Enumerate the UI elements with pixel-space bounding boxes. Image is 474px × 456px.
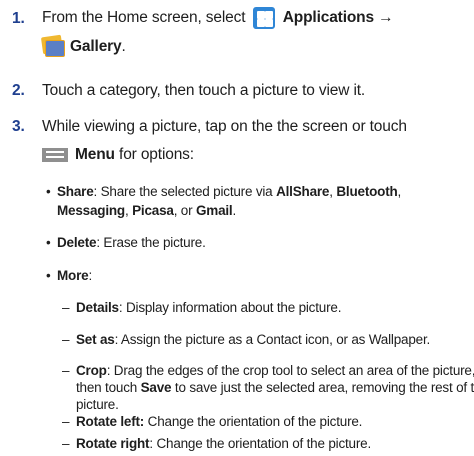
- sub-item-text: then touch: [76, 380, 138, 395]
- option-share: Share: Share the selected picture via Al…: [57, 184, 401, 199]
- sub-item-text: : Change the orientation of the picture.: [149, 436, 372, 451]
- sub-item-crop: Crop: Drag the edges of the crop tool to…: [76, 363, 474, 378]
- sub-item-rotate-left: Rotate left: Change the orientation of t…: [76, 414, 362, 429]
- step-2-text: Touch a category, then touch a picture t…: [42, 82, 366, 99]
- option-text: :: [88, 268, 93, 283]
- option-text: : Share the selected picture via: [93, 184, 273, 199]
- step-1-line-1: From the Home screen, select Application…: [42, 7, 394, 29]
- option-label: More: [57, 268, 89, 283]
- share-target: Gmail: [195, 203, 233, 218]
- sub-item-text: : Display information about the picture.: [118, 300, 342, 315]
- dash-icon: –: [62, 436, 70, 451]
- option-text: : Erase the picture.: [96, 235, 206, 250]
- option-delete: Delete: Erase the picture.: [57, 235, 206, 250]
- dash-icon: –: [62, 300, 70, 315]
- separator: , or: [173, 203, 193, 218]
- share-target: Messaging: [57, 203, 125, 218]
- separator: ,: [124, 203, 129, 218]
- step-number: 1.: [12, 10, 25, 27]
- save-label: Save: [140, 380, 172, 395]
- separator: ,: [329, 184, 333, 199]
- option-label: Delete: [57, 235, 97, 250]
- step-1-end: .: [121, 38, 126, 56]
- sub-item-label: Rotate left:: [76, 414, 145, 429]
- sub-item-text: to save just the selected area, removing…: [174, 380, 474, 395]
- menu-label: Menu: [75, 146, 115, 163]
- option-label: Share: [57, 184, 94, 199]
- gallery-label: Gallery: [70, 38, 122, 56]
- share-target: Bluetooth: [336, 184, 398, 199]
- gallery-icon: [40, 34, 66, 58]
- option-share-line-2: Messaging, Picasa, or Gmail.: [57, 203, 236, 218]
- sub-item-text: Change the orientation of the picture.: [147, 414, 363, 429]
- share-target: Picasa: [132, 203, 174, 218]
- sub-item-label: Details: [76, 300, 119, 315]
- share-target: AllShare: [276, 184, 330, 199]
- menu-key-icon: [42, 147, 68, 162]
- applications-icon: [252, 7, 275, 29]
- option-more: More:: [57, 268, 92, 283]
- step-1-text: From the Home screen, select: [42, 9, 246, 27]
- dash-icon: –: [62, 414, 70, 429]
- dash-icon: –: [62, 332, 70, 347]
- sub-item-crop-line-2: then touch Save to save just the selecte…: [76, 380, 474, 395]
- sub-item-set-as: Set as: Assign the picture as a Contact …: [76, 332, 430, 347]
- sub-item-crop-line-3: picture.: [76, 397, 119, 412]
- sub-item-label: Rotate right: [76, 436, 150, 451]
- applications-label: Applications →: [282, 9, 394, 27]
- bullet-icon: •: [46, 184, 51, 199]
- step-3-text: While viewing a picture, tap on the the …: [42, 118, 407, 135]
- separator: ,: [397, 184, 402, 199]
- dash-icon: –: [62, 363, 70, 378]
- sub-item-details: Details: Display information about the p…: [76, 300, 341, 315]
- step-3-line-2: Menu for options:: [42, 146, 194, 164]
- sub-item-text: : Drag the edges of the crop tool to sel…: [106, 363, 474, 378]
- separator: .: [232, 203, 237, 218]
- bullet-icon: •: [46, 235, 51, 250]
- step-3-text-after: for options:: [119, 146, 194, 163]
- sub-item-rotate-right: Rotate right: Change the orientation of …: [76, 436, 371, 451]
- sub-item-text: : Assign the picture as a Contact icon, …: [114, 332, 431, 347]
- bullet-icon: •: [46, 268, 51, 283]
- sub-item-label: Crop: [76, 363, 107, 378]
- sub-item-label: Set as: [76, 332, 115, 347]
- step-number: 2.: [12, 82, 25, 99]
- step-number: 3.: [12, 118, 25, 135]
- step-1-line-2: Gallery.: [40, 34, 126, 58]
